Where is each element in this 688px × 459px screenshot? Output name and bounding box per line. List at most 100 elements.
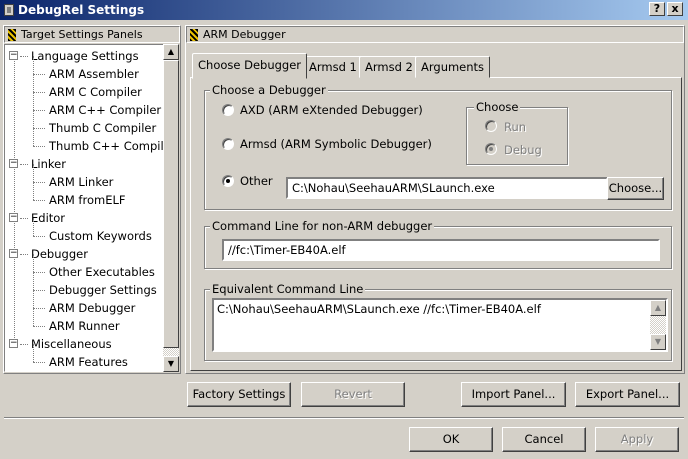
tree-connector-line <box>20 254 28 255</box>
scroll-up-arrow-icon[interactable]: ▲ <box>650 300 666 316</box>
tree-connector-line <box>33 92 45 93</box>
tree-category[interactable]: Debugger <box>31 245 88 263</box>
tree-connector-line <box>33 74 34 92</box>
settings-panels-title: Target Settings Panels <box>21 28 143 41</box>
other-radio[interactable] <box>222 175 234 187</box>
command-line-group-label: Command Line for non-ARM debugger <box>210 219 435 233</box>
tree-item[interactable]: Thumb C++ Compiler <box>49 137 163 155</box>
tree-item[interactable]: ARM Debugger <box>49 299 135 317</box>
tree-connector-line <box>33 362 45 363</box>
tree-category[interactable]: Language Settings <box>31 47 139 65</box>
tree-item[interactable]: ARM Runner <box>49 317 120 335</box>
tree-connector-line <box>33 290 34 308</box>
tree-connector-line <box>33 344 34 362</box>
tree-item[interactable]: ARM C++ Compiler <box>49 101 161 119</box>
armsd-radio[interactable] <box>222 138 234 150</box>
tree-category[interactable]: Miscellaneous <box>31 335 112 353</box>
tree-connector-line <box>33 308 45 309</box>
tree-connector-line <box>20 218 28 219</box>
tab-choose-debugger[interactable]: Choose Debugger <box>192 53 308 79</box>
tree-expander-icon[interactable]: − <box>9 339 18 348</box>
tree-category[interactable]: Editor <box>31 209 65 227</box>
tree-item[interactable]: ARM fromELF <box>49 191 126 209</box>
tab-armsd-1[interactable]: Armsd 1 <box>303 56 363 78</box>
tree-item[interactable]: ARM Linker <box>49 173 113 191</box>
equivalent-command-textarea[interactable]: C:\Nohau\SeehauARM\SLaunch.exe //fc:\Tim… <box>212 298 668 352</box>
tree-scrollbar[interactable]: ▲ ▼ <box>163 44 179 372</box>
run-radio-label[interactable]: Run <box>504 120 526 134</box>
tree-connector-line <box>20 56 28 57</box>
tree-connector-line <box>33 146 45 147</box>
tree-expander-icon[interactable]: − <box>9 213 18 222</box>
window-title: DebugRel Settings <box>18 3 145 17</box>
tree-category[interactable]: Linker <box>31 155 66 173</box>
tree-connector-line <box>33 182 45 183</box>
run-radio[interactable] <box>485 120 497 132</box>
tree-expander-icon[interactable]: − <box>9 51 18 60</box>
tree-expander-icon[interactable]: − <box>9 249 18 258</box>
tab-armsd-2[interactable]: Armsd 2 <box>359 56 419 78</box>
window-icon[interactable] <box>4 4 14 16</box>
scroll-down-arrow-icon[interactable]: ▼ <box>650 334 666 350</box>
tree-connector-line <box>33 110 45 111</box>
tree-connector-line <box>20 164 28 165</box>
choose-debugger-group-label: Choose a Debugger <box>210 83 328 97</box>
tree-connector-line <box>33 200 45 201</box>
tree-item[interactable]: Thumb C Compiler <box>49 119 156 137</box>
other-radio-label[interactable]: Other <box>240 174 273 188</box>
tree-connector-line <box>33 308 34 326</box>
help-button[interactable]: ? <box>649 2 665 16</box>
choose-mode-group-label: Choose <box>474 100 521 114</box>
revert-button[interactable]: Revert <box>301 382 405 407</box>
tree-item[interactable]: ARM Assembler <box>49 65 139 83</box>
tree-connector-line <box>33 254 34 272</box>
arm-debugger-title: ARM Debugger <box>203 28 286 41</box>
tree-item[interactable]: Debugger Settings <box>49 281 157 299</box>
tree-expander-icon[interactable]: − <box>9 159 18 168</box>
import-panel-button[interactable]: Import Panel... <box>461 382 566 407</box>
cancel-button[interactable]: Cancel <box>502 427 586 452</box>
tree-connector-line <box>33 272 45 273</box>
tree-connector-line <box>33 110 34 128</box>
tree-connector-line <box>33 92 34 110</box>
scroll-thumb[interactable] <box>163 60 179 348</box>
command-line-field[interactable]: //fc:\Timer-EB40A.elf <box>222 239 660 261</box>
apply-button[interactable]: Apply <box>595 427 679 452</box>
other-debugger-path-field[interactable]: C:\Nohau\SeehauARM\SLaunch.exe <box>286 177 608 199</box>
tree-connector-line <box>33 74 45 75</box>
tree-connector-line <box>33 182 34 200</box>
panel-header-icon <box>8 29 16 41</box>
tree-connector-line <box>33 272 34 290</box>
tree-item[interactable]: Other Executables <box>49 263 155 281</box>
ok-button[interactable]: OK <box>409 427 493 452</box>
tree-connector-line <box>33 164 34 182</box>
tree-connector-line <box>20 344 28 345</box>
armsd-radio-label[interactable]: Armsd (ARM Symbolic Debugger) <box>240 137 432 151</box>
factory-settings-button[interactable]: Factory Settings <box>187 382 291 407</box>
tree-connector-line <box>33 326 45 327</box>
panel-header-icon <box>190 29 198 41</box>
tree-item[interactable]: Custom Keywords <box>49 227 152 245</box>
scroll-up-arrow-icon[interactable]: ▲ <box>163 44 179 60</box>
axd-radio[interactable] <box>222 104 234 116</box>
tree-connector-line <box>33 218 34 236</box>
tree-connector-line <box>33 128 45 129</box>
debug-radio-label[interactable]: Debug <box>504 143 542 157</box>
debug-radio[interactable] <box>485 143 497 155</box>
axd-radio-label[interactable]: AXD (ARM eXtended Debugger) <box>240 103 423 117</box>
tree-item[interactable]: ARM Features <box>49 353 128 371</box>
tree-item[interactable]: ARM C Compiler <box>49 83 142 101</box>
settings-tree[interactable]: − Language Settings ARM Assembler ARM C Com… <box>4 44 164 372</box>
title-bar[interactable]: DebugRel Settings ? x <box>0 0 688 20</box>
equivalent-command-scrollbar[interactable]: ▲ ▼ <box>650 300 666 350</box>
scroll-down-arrow-icon[interactable]: ▼ <box>163 356 179 372</box>
equivalent-command-text: C:\Nohau\SeehauARM\SLaunch.exe //fc:\Tim… <box>217 302 541 316</box>
settings-panels-header: Target Settings Panels <box>4 26 180 43</box>
tree-connector-line <box>33 290 45 291</box>
close-button[interactable]: x <box>667 2 683 16</box>
tree-connector-line <box>33 236 45 237</box>
arm-debugger-header: ARM Debugger <box>186 26 684 43</box>
export-panel-button[interactable]: Export Panel... <box>575 382 680 407</box>
tab-arguments[interactable]: Arguments <box>415 56 491 78</box>
choose-button[interactable]: Choose... <box>607 177 664 200</box>
